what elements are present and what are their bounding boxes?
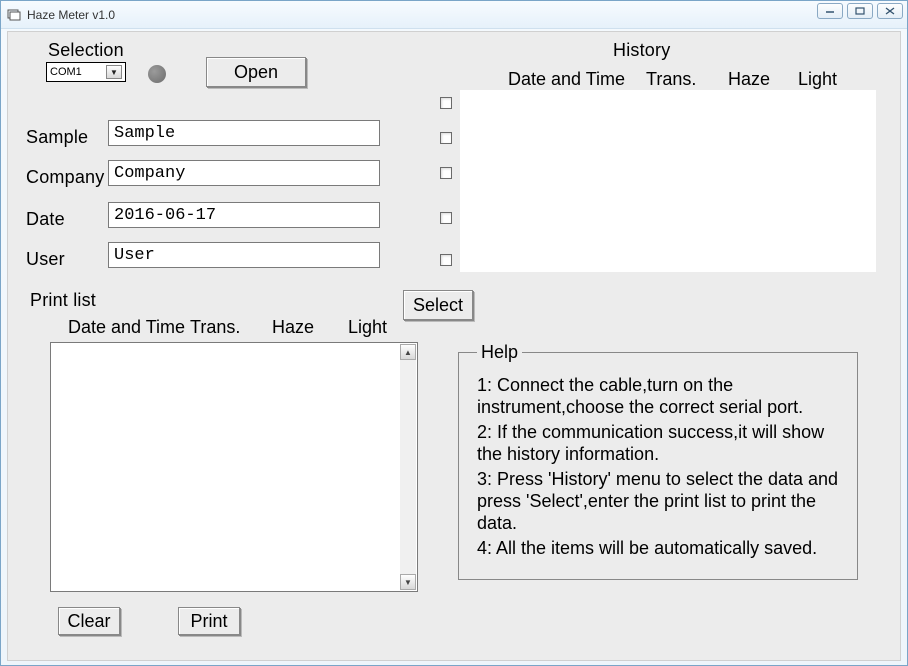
printlist-col-light: Light: [348, 317, 387, 338]
history-col-haze: Haze: [728, 69, 770, 90]
client-area: Selection COM1 ▼ Open Sample Company Dat…: [7, 31, 901, 661]
scroll-up-icon[interactable]: ▲: [400, 344, 416, 360]
help-line-4: 4: All the items will be automatically s…: [477, 538, 845, 560]
open-button[interactable]: Open: [206, 57, 306, 87]
date-label: Date: [26, 209, 65, 230]
history-col-trans: Trans.: [646, 69, 696, 90]
maximize-button[interactable]: [847, 3, 873, 19]
history-col-datetime: Date and Time: [508, 69, 625, 90]
printlist-col-trans: Trans.: [190, 317, 240, 338]
history-checkbox-4[interactable]: [440, 212, 452, 224]
print-button[interactable]: Print: [178, 607, 240, 635]
selection-label: Selection: [48, 40, 124, 61]
port-combo-value: COM1: [50, 66, 82, 78]
title-bar: Haze Meter v1.0: [1, 1, 907, 29]
printlist-box[interactable]: ▲ ▼: [50, 342, 418, 592]
user-input[interactable]: [108, 242, 380, 268]
status-indicator-icon: [148, 65, 166, 83]
help-legend: Help: [477, 342, 522, 363]
printlist-col-datetime: Date and Time: [68, 317, 185, 338]
history-checkbox-3[interactable]: [440, 167, 452, 179]
scroll-down-icon[interactable]: ▼: [400, 574, 416, 590]
clear-button[interactable]: Clear: [58, 607, 120, 635]
date-input[interactable]: [108, 202, 380, 228]
company-label: Company: [26, 167, 104, 188]
minimize-button[interactable]: [817, 3, 843, 19]
printlist-col-haze: Haze: [272, 317, 314, 338]
port-combo[interactable]: COM1 ▼: [46, 62, 126, 82]
app-window: Haze Meter v1.0 Selection COM1 ▼ Open Sa…: [0, 0, 908, 666]
select-button[interactable]: Select: [403, 290, 473, 320]
history-list[interactable]: [460, 90, 876, 272]
window-title: Haze Meter v1.0: [27, 8, 115, 22]
help-box: Help 1: Connect the cable,turn on the in…: [458, 342, 858, 580]
company-input[interactable]: [108, 160, 380, 186]
printlist-scrollbar[interactable]: ▲ ▼: [400, 344, 416, 590]
history-checkbox-2[interactable]: [440, 132, 452, 144]
history-checkbox-1[interactable]: [440, 97, 452, 109]
app-icon: [7, 8, 21, 22]
help-line-1: 1: Connect the cable,turn on the instrum…: [477, 375, 845, 418]
user-label: User: [26, 249, 65, 270]
help-line-2: 2: If the communication success,it will …: [477, 422, 845, 465]
history-title: History: [613, 40, 670, 61]
sample-label: Sample: [26, 127, 88, 148]
printlist-title: Print list: [30, 290, 96, 311]
history-checkbox-5[interactable]: [440, 254, 452, 266]
sample-input[interactable]: [108, 120, 380, 146]
chevron-down-icon: ▼: [106, 65, 122, 79]
help-line-3: 3: Press 'History' menu to select the da…: [477, 469, 845, 534]
history-col-light: Light: [798, 69, 837, 90]
close-button[interactable]: [877, 3, 903, 19]
